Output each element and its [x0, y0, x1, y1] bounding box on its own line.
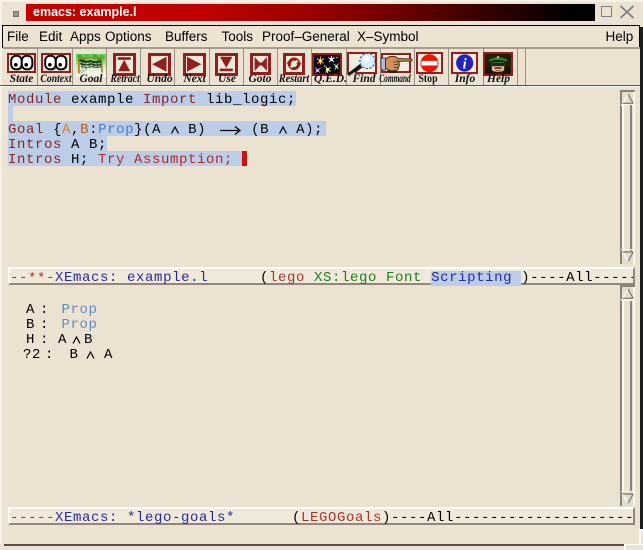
svg-text:i: i [462, 57, 466, 73]
